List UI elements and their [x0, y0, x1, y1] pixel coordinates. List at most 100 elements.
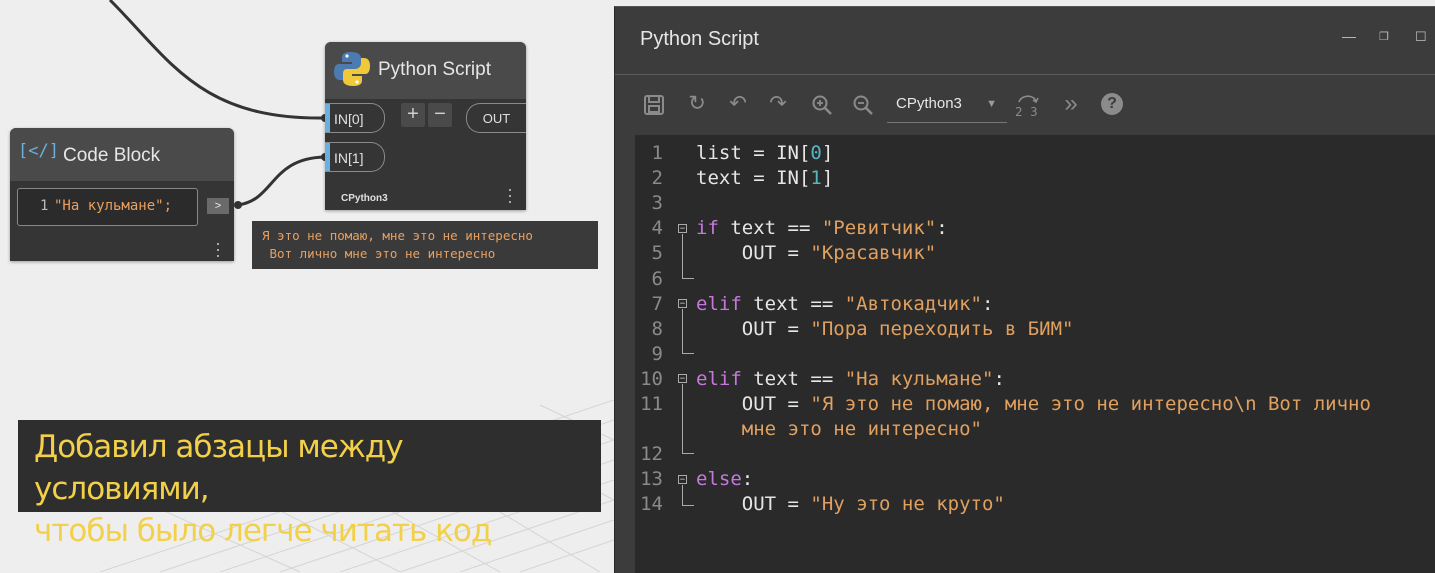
code-line[interactable]: 11 OUT = "Я это не помаю, мне это не инт…: [635, 392, 1435, 417]
code-token: :: [982, 292, 994, 315]
add-input-button[interactable]: +: [401, 103, 425, 127]
code-block-icon: [</]: [18, 141, 59, 161]
code-line[interactable]: 13 else:: [635, 467, 1435, 492]
output-port-out[interactable]: OUT: [466, 103, 526, 133]
keyword-token: if: [696, 217, 719, 240]
code-block-node[interactable]: [</] Code Block 1 "На кульмане"; > · · ·: [10, 128, 234, 264]
code-token: ]: [821, 142, 834, 164]
line-code: if text == "Ревитчик":: [696, 216, 948, 241]
python-script-node[interactable]: Python Script IN[0] IN[1] + − OUT CPytho…: [325, 42, 526, 210]
line-number: 6: [651, 267, 663, 290]
code-token: text ==: [741, 367, 845, 390]
output-preview-bubble: Я это не помаю, мне это не интересно Вот…: [252, 221, 598, 269]
code-token: :: [741, 468, 754, 491]
fold-guide-end: [682, 505, 694, 506]
code-line[interactable]: 12: [635, 442, 1435, 467]
line-code: list = IN[0]: [696, 141, 833, 166]
keyword-token: elif: [696, 367, 742, 390]
line-number: 4: [651, 217, 663, 240]
code-line[interactable]: 9: [635, 342, 1435, 367]
save-icon[interactable]: [643, 94, 665, 116]
line-code: text = IN[1]: [696, 166, 833, 191]
fold-toggle-icon[interactable]: −: [678, 224, 687, 234]
run-icon[interactable]: ↻: [684, 91, 710, 117]
node-menu-icon[interactable]: · · ·: [215, 234, 221, 264]
code-line-number: 1: [40, 198, 49, 214]
zoom-out-icon[interactable]: [852, 94, 874, 116]
remove-input-button[interactable]: −: [428, 103, 452, 127]
string-token: "Ревитчик": [821, 217, 937, 240]
line-number: 1: [651, 142, 663, 164]
string-token: "Я это не помаю, мне это не интересно\n …: [810, 393, 1371, 415]
code-line[interactable]: 5 OUT = "Красавчик": [635, 241, 1435, 266]
line-number: 14: [640, 493, 663, 516]
code-token: list = IN[: [696, 142, 811, 164]
engine-label: CPython3: [341, 193, 388, 204]
caption-line-1: Добавил абзацы между условиями,: [34, 429, 404, 507]
python-node-title: Python Script: [378, 59, 491, 80]
port-accent: [325, 143, 330, 171]
fold-toggle-icon[interactable]: −: [678, 299, 687, 309]
code-line[interactable]: 2 text = IN[1]: [635, 166, 1435, 191]
code-block-editor[interactable]: 1 "На кульмане";: [17, 188, 198, 226]
code-line[interactable]: мне это не интересно": [635, 417, 1435, 442]
zoom-in-icon[interactable]: [811, 94, 833, 116]
input-port-in1[interactable]: IN[1]: [325, 142, 385, 172]
line-number: 9: [651, 342, 663, 365]
string-token: "Ну это не круто": [810, 493, 1005, 516]
line-code: else:: [696, 467, 753, 492]
code-text: "На кульмане";: [54, 198, 173, 214]
fold-guide-end: [682, 353, 694, 354]
fold-toggle-icon[interactable]: −: [678, 374, 687, 384]
code-editor[interactable]: 1 list = IN[0] 2 text = IN[1] 3 4 if text == "…: [635, 135, 1435, 573]
port-accent: [325, 104, 330, 132]
node-menu-icon[interactable]: · · ·: [507, 180, 513, 210]
keyword-token: else: [696, 468, 742, 491]
line-code: elif text == "Автокадчик":: [696, 292, 993, 317]
code-line[interactable]: 4 if text == "Ревитчик":: [635, 216, 1435, 241]
python-logo-icon: [334, 52, 370, 86]
code-line[interactable]: 3: [635, 191, 1435, 216]
string-token: "Красавчик": [810, 242, 937, 265]
help-icon[interactable]: ?: [1101, 93, 1123, 115]
number-token: 1: [810, 167, 822, 190]
svg-text:2: 2: [1015, 105, 1023, 118]
input-port-in0[interactable]: IN[0]: [325, 103, 385, 133]
more-icon[interactable]: »: [1058, 91, 1084, 117]
node-header[interactable]: [</] Code Block: [10, 128, 234, 181]
restore-icon[interactable]: ❐: [1379, 30, 1389, 43]
redo-icon[interactable]: ↷: [765, 91, 791, 117]
fold-guide: [682, 485, 683, 505]
code-line[interactable]: 8 OUT = "Пора переходить в БИМ": [635, 317, 1435, 342]
keyword-token: elif: [696, 292, 742, 315]
line-code: OUT = "Ну это не круто": [696, 492, 1005, 517]
line-code: OUT = "Пора переходить в БИМ": [696, 317, 1074, 342]
fold-guide-end: [682, 453, 694, 454]
code-line[interactable]: 10 elif text == "На кульмане":: [635, 367, 1435, 392]
undo-icon[interactable]: ↶: [725, 91, 751, 117]
port-label: IN[1]: [334, 150, 364, 166]
string-token: "Автокадчик": [844, 292, 982, 315]
fold-toggle-icon[interactable]: −: [678, 475, 687, 485]
code-line[interactable]: 14 OUT = "Ну это не круто": [635, 492, 1435, 517]
code-token: text ==: [718, 217, 822, 240]
line-number: 12: [640, 443, 663, 466]
string-token: мне это не интересно": [696, 418, 982, 441]
engine-dropdown[interactable]: CPython3 ▼: [887, 87, 1007, 123]
python-script-editor-window[interactable]: Python Script — ❐ ☐ ↻ ↶ ↷ CPython3 ▼ 2 3…: [614, 6, 1435, 573]
maximize-icon[interactable]: ☐: [1415, 29, 1427, 45]
code-line[interactable]: 1 list = IN[0]: [635, 141, 1435, 166]
node-header[interactable]: Python Script: [325, 42, 526, 99]
string-token: "Пора переходить в БИМ": [810, 317, 1074, 340]
line-code: мне это не интересно": [696, 417, 982, 442]
editor-title: Python Script: [640, 28, 759, 50]
fold-guide-end: [682, 278, 694, 279]
code-line[interactable]: 7 elif text == "Автокадчик":: [635, 292, 1435, 317]
line-code: elif text == "На кульмане":: [696, 367, 1005, 392]
code-line[interactable]: 6: [635, 267, 1435, 292]
svg-text:3: 3: [1030, 105, 1038, 118]
wire-to-in0: [108, 0, 326, 120]
minimize-icon[interactable]: —: [1342, 28, 1356, 44]
output-port-arrow[interactable]: >: [207, 198, 229, 214]
convert-icon[interactable]: 2 3: [1014, 92, 1042, 118]
